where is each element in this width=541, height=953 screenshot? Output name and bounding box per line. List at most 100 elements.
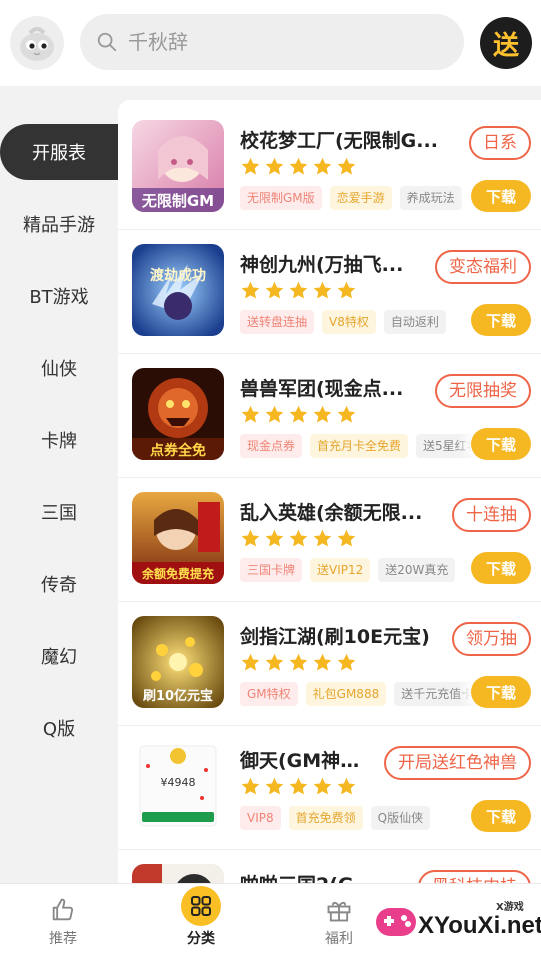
- download-button[interactable]: 下载: [471, 676, 531, 708]
- star-icon: [337, 777, 356, 795]
- star-icon: [313, 653, 332, 671]
- game-icon-caption: ¥4948: [161, 776, 196, 789]
- star-icon: [289, 529, 308, 547]
- star-icon: [337, 281, 356, 299]
- avatar[interactable]: [10, 16, 64, 70]
- search-bar[interactable]: [80, 14, 464, 70]
- game-icon-image[interactable]: 无限制GM: [132, 120, 224, 212]
- site-watermark: X游戏 XYouXi.net: [372, 894, 541, 950]
- game-title[interactable]: 兽兽军团(现金点...: [240, 374, 450, 401]
- send-button[interactable]: 送: [480, 17, 532, 69]
- thumbs-up-icon: [52, 898, 74, 921]
- sidebar-item-fantasy[interactable]: 魔幻: [0, 628, 118, 684]
- game-icon-caption: 点券全免: [150, 442, 206, 459]
- nav-label: 推荐: [49, 931, 77, 947]
- star-icon: [241, 777, 260, 795]
- game-row[interactable]: 刷10亿元宝 剑指江湖(刷10E元宝) GM特权 礼包GM888 送千元充值卡 …: [118, 602, 541, 726]
- promo-badge: 黑科技内挂: [418, 870, 531, 883]
- category-sidebar: 开服表 精品手游 BT游戏 仙侠 卡牌 三国 传奇 魔幻 Q版: [0, 86, 118, 883]
- sidebar-item-legend[interactable]: 传奇: [0, 556, 118, 612]
- promo-badge: 变态福利: [435, 250, 531, 284]
- star-icon: [241, 653, 260, 671]
- game-row[interactable]: ¥4948 御天(GM神... VIP8 首充免费领 Q版仙侠 开局送红色神兽 …: [118, 726, 541, 850]
- game-row[interactable]: 点券全免 兽兽军团(现金点... 现金点券 首充月卡全免费 送5星红将 无限抽奖…: [118, 354, 541, 478]
- game-row[interactable]: 无限制GM 校花梦工厂(无限制G... 无限制GM版 恋爱手游 养成玩法 日系 …: [118, 106, 541, 230]
- game-tag: 现金点券: [240, 434, 303, 458]
- star-icon: [313, 529, 332, 547]
- game-tag: 三国卡牌: [240, 558, 303, 582]
- star-icon: [289, 281, 308, 299]
- game-tag: 送20W真充: [378, 558, 456, 582]
- rating-stars: [240, 156, 357, 178]
- star-icon: [337, 653, 356, 671]
- download-button[interactable]: 下载: [471, 552, 531, 584]
- game-tag: VIP8: [240, 806, 281, 830]
- rating-stars: [240, 652, 357, 674]
- search-input[interactable]: [128, 30, 428, 54]
- game-tags: GM特权 礼包GM888 送千元充值卡: [240, 682, 481, 706]
- star-icon: [289, 653, 308, 671]
- star-icon: [337, 529, 356, 547]
- star-icon: [241, 157, 260, 175]
- game-title[interactable]: 校花梦工厂(无限制G...: [240, 126, 450, 153]
- game-icon-image[interactable]: [132, 864, 224, 883]
- sidebar-item-xianxia[interactable]: 仙侠: [0, 340, 118, 396]
- game-tag: 恋爱手游: [329, 186, 392, 210]
- game-title[interactable]: 神创九州(万抽飞...: [240, 250, 450, 277]
- game-tag: 送千元充值卡: [394, 682, 481, 706]
- sidebar-item-q-style[interactable]: Q版: [0, 700, 118, 756]
- watermark-small-text: X游戏: [496, 902, 524, 913]
- sidebar-item-server-list[interactable]: 开服表: [0, 124, 118, 180]
- game-icon-image[interactable]: 点券全免: [132, 368, 224, 460]
- star-icon: [289, 777, 308, 795]
- star-icon: [337, 405, 356, 423]
- game-icon-image[interactable]: 余额免费提充: [132, 492, 224, 584]
- watermark-text: XYouXi.net: [418, 912, 541, 939]
- star-icon: [313, 157, 332, 175]
- download-button[interactable]: 下载: [471, 180, 531, 212]
- sidebar-item-three-kingdoms[interactable]: 三国: [0, 484, 118, 540]
- sidebar-item-cards[interactable]: 卡牌: [0, 412, 118, 468]
- game-row[interactable]: 啪啪三国2(GM... 黑科技内挂: [118, 850, 541, 883]
- game-icon-image[interactable]: 渡劫成功: [132, 244, 224, 336]
- nav-recommend[interactable]: 推荐: [23, 884, 103, 953]
- search-icon: [97, 32, 117, 52]
- game-title[interactable]: 啪啪三国2(GM...: [240, 870, 390, 883]
- game-row[interactable]: 渡劫成功 神创九州(万抽飞... 送转盘连抽 V8特权 自动返利 变态福利 下载: [118, 230, 541, 354]
- download-button[interactable]: 下载: [471, 428, 531, 460]
- star-icon: [241, 529, 260, 547]
- game-icon-image[interactable]: 刷10亿元宝: [132, 616, 224, 708]
- nav-label: 福利: [325, 931, 353, 947]
- sidebar-item-bt-games[interactable]: BT游戏: [0, 268, 118, 324]
- star-icon: [337, 157, 356, 175]
- download-button[interactable]: 下载: [471, 800, 531, 832]
- game-title[interactable]: 剑指江湖(刷10E元宝): [240, 622, 450, 649]
- download-button[interactable]: 下载: [471, 304, 531, 336]
- grid-icon: [181, 886, 221, 926]
- game-icon-caption: 渡劫成功: [150, 267, 206, 284]
- promo-badge: 无限抽奖: [435, 374, 531, 408]
- nav-categories[interactable]: 分类: [161, 884, 241, 953]
- game-title[interactable]: 乱入英雄(余额无限...: [240, 498, 450, 525]
- star-icon: [265, 653, 284, 671]
- game-row[interactable]: 余额免费提充 乱入英雄(余额无限... 三国卡牌 送VIP12 送20W真充 十…: [118, 478, 541, 602]
- rating-stars: [240, 280, 357, 302]
- game-icon-image[interactable]: ¥4948: [132, 740, 224, 832]
- game-icon-caption: 无限制GM: [141, 192, 214, 210]
- promo-badge: 开局送红色神兽: [384, 746, 531, 780]
- star-icon: [289, 157, 308, 175]
- star-icon: [289, 405, 308, 423]
- nav-welfare[interactable]: 福利: [299, 884, 379, 953]
- mascot-icon: [20, 27, 54, 61]
- promo-badge: 领万抽: [452, 622, 531, 656]
- game-tags: 送转盘连抽 V8特权 自动返利: [240, 310, 446, 334]
- star-icon: [265, 281, 284, 299]
- game-tag: 送转盘连抽: [240, 310, 315, 334]
- game-title[interactable]: 御天(GM神...: [240, 746, 360, 773]
- top-bar: 送: [0, 0, 541, 86]
- star-icon: [265, 777, 284, 795]
- game-tag: Q版仙侠: [370, 806, 431, 830]
- sidebar-item-featured[interactable]: 精品手游: [0, 196, 118, 252]
- gift-icon: [327, 901, 351, 922]
- game-tag: 自动返利: [383, 310, 446, 334]
